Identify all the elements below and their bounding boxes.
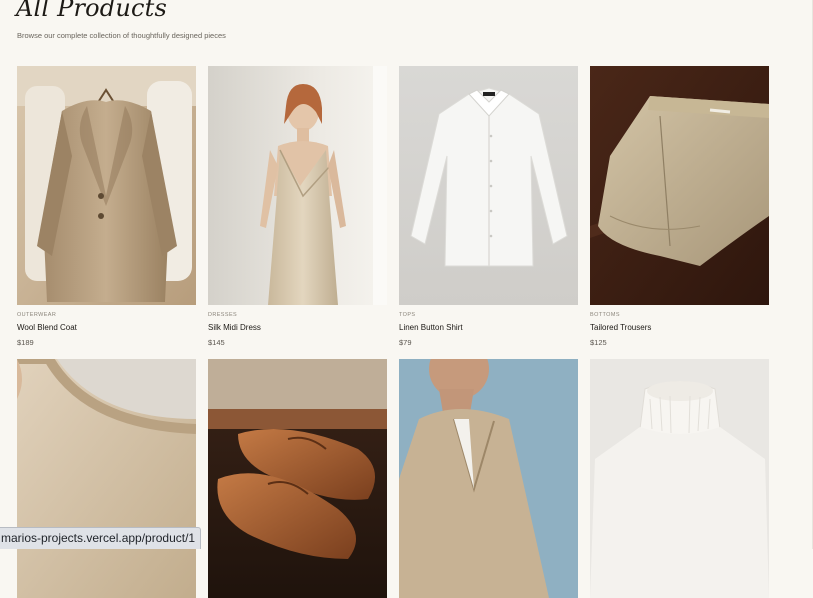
product-grid: OUTERWEAR Wool Blend Coat $189 DRESSES S… bbox=[17, 66, 777, 598]
product-card-blazer[interactable] bbox=[399, 359, 578, 598]
blazer-image[interactable] bbox=[399, 359, 578, 598]
product-card-sweater[interactable] bbox=[17, 359, 196, 598]
product-price: $189 bbox=[17, 338, 34, 347]
product-name[interactable]: Linen Button Shirt bbox=[399, 323, 463, 332]
product-card-turtleneck[interactable] bbox=[590, 359, 769, 598]
page-title: All Products bbox=[16, 0, 168, 22]
trousers-image-art bbox=[590, 66, 769, 305]
dress-image[interactable] bbox=[208, 66, 387, 305]
product-category: OUTERWEAR bbox=[17, 312, 57, 318]
product-category: TOPS bbox=[399, 312, 416, 318]
product-category: DRESSES bbox=[208, 312, 238, 318]
turtleneck-image[interactable] bbox=[590, 359, 769, 598]
link-status-bar: marios-projects.vercel.app/product/1 bbox=[0, 527, 202, 549]
shirt-image[interactable] bbox=[399, 66, 578, 305]
product-category: BOTTOMS bbox=[590, 312, 620, 318]
product-card-loafers[interactable] bbox=[208, 359, 387, 598]
shirt-image-art bbox=[399, 66, 578, 305]
loafers-image-art bbox=[208, 359, 387, 598]
trousers-image[interactable] bbox=[590, 66, 769, 305]
turtleneck-image-art bbox=[590, 359, 769, 598]
sweater-image[interactable] bbox=[17, 359, 196, 598]
product-name[interactable]: Silk Midi Dress bbox=[208, 323, 261, 332]
product-card-wool-blend-coat[interactable]: OUTERWEAR Wool Blend Coat $189 bbox=[17, 66, 196, 347]
product-name[interactable]: Tailored Trousers bbox=[590, 323, 651, 332]
product-card-linen-button-shirt[interactable]: TOPS Linen Button Shirt $79 bbox=[399, 66, 578, 347]
coat-image-art bbox=[17, 66, 196, 305]
product-name[interactable]: Wool Blend Coat bbox=[17, 323, 77, 332]
blazer-image-art bbox=[399, 359, 578, 598]
product-price: $79 bbox=[399, 338, 412, 347]
product-price: $125 bbox=[590, 338, 607, 347]
page-subtitle: Browse our complete collection of though… bbox=[17, 31, 226, 40]
loafers-image[interactable] bbox=[208, 359, 387, 598]
product-price: $145 bbox=[208, 338, 225, 347]
product-card-silk-midi-dress[interactable]: DRESSES Silk Midi Dress $145 bbox=[208, 66, 387, 347]
product-card-tailored-trousers[interactable]: BOTTOMS Tailored Trousers $125 bbox=[590, 66, 769, 347]
dress-image-art bbox=[208, 66, 387, 305]
sweater-image-art bbox=[17, 359, 196, 598]
coat-image[interactable] bbox=[17, 66, 196, 305]
